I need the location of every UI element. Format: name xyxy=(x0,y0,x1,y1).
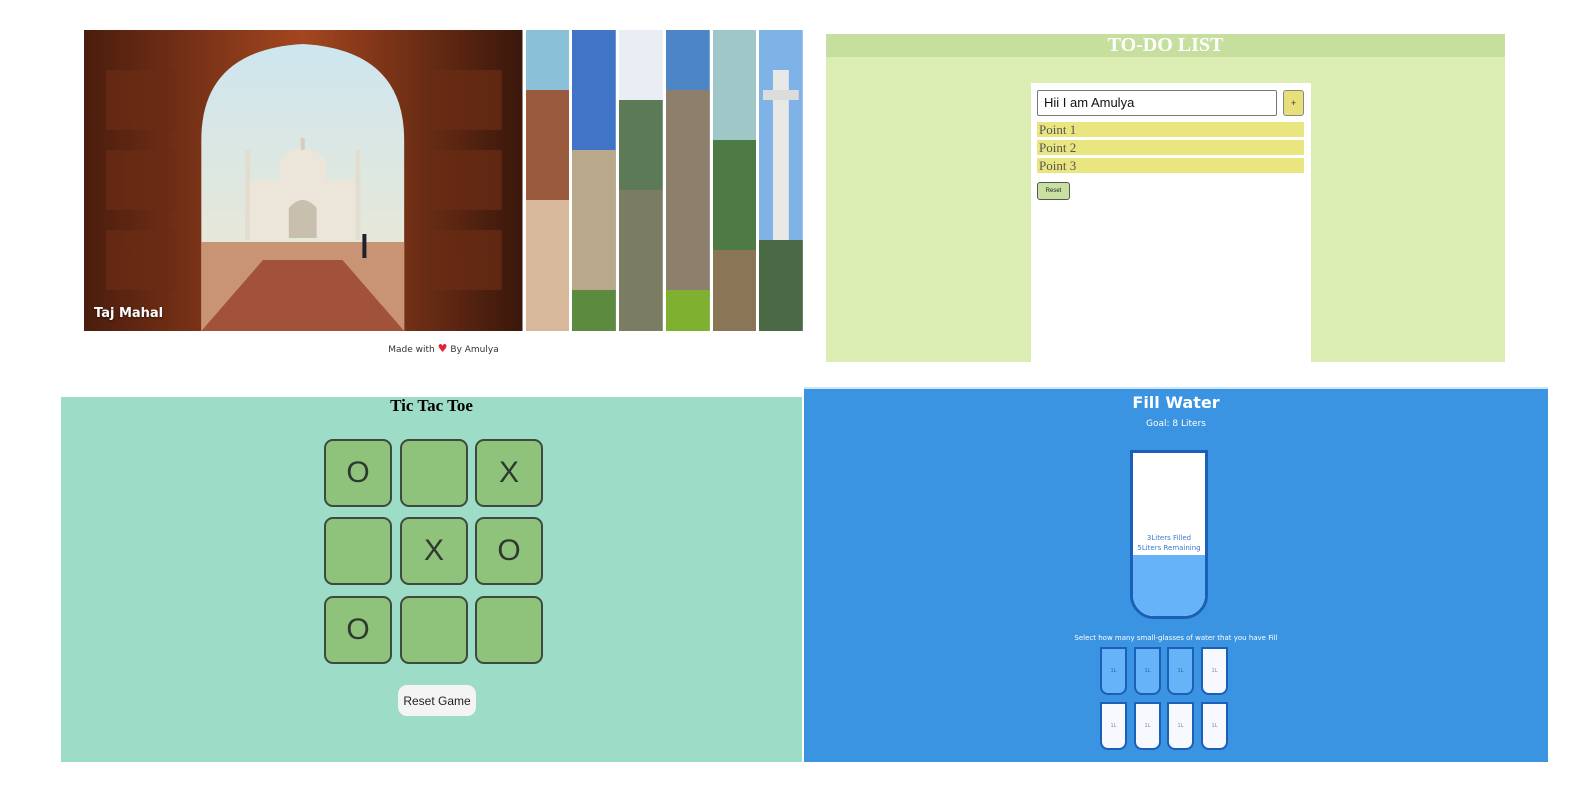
great-wall-image xyxy=(712,30,757,331)
gallery-panel-machu-picchu[interactable] xyxy=(619,30,663,331)
todo-card: Hii I am Amulya + Point 1 Point 2 Point … xyxy=(1031,83,1311,362)
small-cup[interactable]: 1L xyxy=(1100,647,1127,695)
small-cup[interactable]: 1L xyxy=(1201,702,1228,750)
todo-item[interactable]: Point 3 xyxy=(1037,158,1304,173)
footer-text-after: By Amulya xyxy=(450,345,499,355)
small-cup[interactable]: 1L xyxy=(1134,702,1161,750)
christ-redeemer-image xyxy=(759,30,803,331)
small-cup[interactable]: 1L xyxy=(1201,647,1228,695)
board-cell[interactable]: O xyxy=(324,439,392,507)
gallery-panel-petra[interactable] xyxy=(525,30,570,331)
board-cell[interactable]: O xyxy=(475,517,543,585)
gallery-panel-active[interactable]: Taj Mahal xyxy=(84,30,523,331)
footer-text-before: Made with xyxy=(388,345,435,355)
gallery-panel-rome[interactable] xyxy=(572,30,616,331)
board-cell[interactable] xyxy=(400,439,468,507)
colosseum-image xyxy=(572,30,616,331)
board-cell[interactable]: X xyxy=(400,517,468,585)
game-title: Tic Tac Toe xyxy=(390,396,473,415)
todo-input[interactable]: Hii I am Amulya xyxy=(1037,90,1277,116)
filled-text: 3Liters Filled xyxy=(1146,534,1192,542)
todo-item[interactable]: Point 1 xyxy=(1037,122,1304,137)
small-cup[interactable]: 1L xyxy=(1167,702,1194,750)
petra-image xyxy=(525,30,570,331)
gallery-panel-christ-redeemer[interactable] xyxy=(759,30,803,331)
main-cup: 3Liters Filled 5Liters Remaining xyxy=(1130,450,1208,619)
taj-mahal-image xyxy=(84,30,523,331)
small-cup[interactable]: 1L xyxy=(1167,647,1194,695)
game-board: O X X O O xyxy=(324,439,556,670)
machu-picchu-image xyxy=(619,30,663,331)
fill-water-app: Fill Water Goal: 8 Liters 3Liters Filled… xyxy=(804,387,1548,762)
made-with-footer: Made with ♥ By Amulya xyxy=(84,342,803,355)
remaining-text: 5Liters Remaining xyxy=(1137,544,1201,552)
chichen-itza-image xyxy=(665,30,710,331)
board-cell[interactable]: O xyxy=(324,596,392,664)
water-fill xyxy=(1133,555,1205,616)
board-cell[interactable] xyxy=(475,596,543,664)
add-button[interactable]: + xyxy=(1283,90,1304,116)
tic-tac-toe-app: Tic Tac Toe O X X O O Reset Game xyxy=(61,397,802,762)
board-cell[interactable] xyxy=(400,596,468,664)
water-title: Fill Water xyxy=(1132,393,1220,412)
heart-icon: ♥ xyxy=(437,342,448,355)
board-cell[interactable]: X xyxy=(475,439,543,507)
select-instructions: Select how many small-glasses of water t… xyxy=(1074,634,1278,642)
small-cup[interactable]: 1L xyxy=(1100,702,1127,750)
small-cup[interactable]: 1L xyxy=(1134,647,1161,695)
gallery-caption: Taj Mahal xyxy=(94,306,164,321)
reset-game-button[interactable]: Reset Game xyxy=(398,685,476,716)
todo-app: TO-DO LIST Hii I am Amulya + Point 1 Poi… xyxy=(826,34,1505,362)
gallery-panel-chichen-itza[interactable] xyxy=(665,30,710,331)
todo-item[interactable]: Point 2 xyxy=(1037,140,1304,155)
cup-status: 3Liters Filled 5Liters Remaining xyxy=(1133,533,1205,553)
image-gallery: Taj Mahal xyxy=(84,30,803,331)
reset-button[interactable]: Reset xyxy=(1037,182,1070,200)
gallery-panel-great-wall[interactable] xyxy=(712,30,757,331)
water-goal: Goal: 8 Liters xyxy=(1146,419,1206,429)
board-cell[interactable] xyxy=(324,517,392,585)
todo-title: TO-DO LIST xyxy=(826,34,1505,57)
